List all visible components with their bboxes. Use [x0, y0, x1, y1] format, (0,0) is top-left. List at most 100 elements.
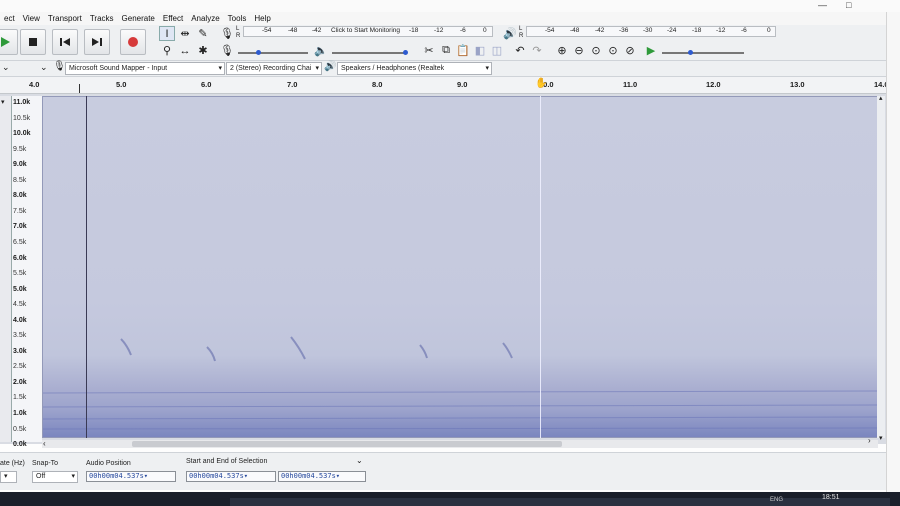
recording-channels-select[interactable]: 2 (Stereo) Recording Chai ▾: [226, 62, 322, 75]
chevron-down-icon[interactable]: ⌄: [356, 456, 363, 465]
silence-icon[interactable]: ◫: [489, 43, 505, 58]
meter-left-label: L: [519, 26, 523, 32]
draw-tool-icon[interactable]: ✎: [195, 26, 211, 41]
vertical-scrollbar[interactable]: [877, 96, 885, 438]
project-rate-select[interactable]: ▾: [0, 471, 17, 483]
edit-cursor-line: [86, 96, 87, 438]
playback-meter-tick: -6: [741, 27, 747, 34]
chevron-down-icon: ▾: [485, 65, 489, 72]
zoom-tool-icon[interactable]: ⚲: [159, 43, 175, 58]
window-right-edge: [886, 12, 900, 492]
start-end-selection-label[interactable]: Start and End of Selection: [186, 458, 267, 465]
playback-meter-tick: -18: [692, 27, 702, 34]
start-monitoring-label[interactable]: Click to Start Monitoring: [331, 27, 400, 34]
envelope-tool-icon[interactable]: ⇹: [177, 26, 193, 41]
snap-to-label: Snap-To: [32, 460, 59, 467]
selection-start-field[interactable]: 00h00m04.537s▾: [186, 471, 276, 482]
menu-transport[interactable]: Transport: [44, 14, 86, 23]
ruler-tick-label: 12.0: [706, 80, 721, 89]
project-rate-label: ate (Hz): [0, 460, 25, 467]
play-at-speed-slider[interactable]: [662, 52, 744, 54]
fit-project-icon[interactable]: ⊙: [605, 43, 621, 58]
record-meter-mic-icon[interactable]: 🎙: [219, 26, 235, 41]
menu-tracks[interactable]: Tracks: [86, 14, 118, 23]
stop-button[interactable]: [20, 29, 46, 55]
track-menu-arrow-icon[interactable]: ▾: [1, 98, 5, 106]
frequency-label: 5.5k: [13, 270, 27, 278]
undo-icon[interactable]: ↶: [512, 43, 528, 58]
playback-device-select[interactable]: Speakers / Headphones (Realtek ▾: [337, 62, 492, 75]
trim-icon[interactable]: ◧: [472, 43, 488, 58]
redo-icon[interactable]: ↷: [529, 43, 545, 58]
spectrogram-view[interactable]: [42, 96, 878, 438]
scroll-right-arrow-icon[interactable]: ›: [868, 436, 871, 445]
skip-to-end-button[interactable]: [84, 29, 110, 55]
playhead-line[interactable]: [540, 96, 541, 438]
record-meter-tick: -54: [262, 27, 272, 34]
scrub-hand-icon[interactable]: ✋: [535, 78, 547, 89]
play-at-speed-knob[interactable]: [688, 50, 693, 55]
scroll-up-arrow-icon[interactable]: ▴: [879, 94, 883, 102]
frequency-label: 5.0k: [13, 285, 27, 293]
menu-view[interactable]: View: [19, 14, 44, 23]
frequency-label: 1.0k: [13, 410, 27, 417]
track-control-panel[interactable]: ▾: [0, 96, 12, 442]
frequency-label: 10.0k: [13, 130, 31, 138]
minimize-button[interactable]: —: [818, 0, 827, 10]
horizontal-scroll-thumb[interactable]: [132, 441, 562, 447]
fit-selection-icon[interactable]: ⊙: [588, 43, 604, 58]
recording-channels-value: 2 (Stereo) Recording Chai: [230, 65, 312, 72]
audio-position-field[interactable]: 00h00m04.537s▾: [86, 471, 176, 482]
selection-end-field[interactable]: 00h00m04.537s▾: [278, 471, 366, 482]
zoom-toggle-icon[interactable]: ⊘: [622, 43, 638, 58]
frequency-label: 8.0k: [13, 192, 27, 200]
input-mic-icon: 🎙: [53, 61, 66, 72]
playback-volume-slider[interactable]: [332, 52, 407, 54]
maximize-button[interactable]: □: [846, 0, 851, 10]
record-button[interactable]: [120, 29, 146, 55]
copy-icon[interactable]: ⧉: [438, 43, 454, 58]
zoom-out-icon[interactable]: ⊖: [571, 43, 587, 58]
frequency-label: 6.0k: [13, 254, 27, 262]
menu-tools[interactable]: Tools: [224, 14, 251, 23]
zoom-in-icon[interactable]: ⊕: [554, 43, 570, 58]
host-dropdown-arrow-icon[interactable]: ⌄: [2, 62, 10, 73]
multi-tool-icon[interactable]: ✱: [195, 43, 211, 58]
ruler-tick-label: 6.0: [201, 80, 212, 89]
frequency-label: 3.5k: [13, 332, 27, 340]
recording-volume-slider[interactable]: [238, 52, 308, 54]
spectrogram-canvas: [43, 336, 877, 430]
host-dropdown-arrow-icon[interactable]: ⌄: [40, 62, 48, 73]
menu-effect[interactable]: Effect: [159, 14, 187, 23]
time-shift-tool-icon[interactable]: ↔: [177, 43, 193, 58]
play-at-speed-icon[interactable]: ▶: [643, 43, 659, 58]
record-meter-tick: -42: [312, 27, 322, 34]
play-button[interactable]: [0, 29, 18, 55]
menu-help[interactable]: Help: [250, 14, 274, 23]
chirp-mark: [290, 336, 306, 360]
recording-volume-knob[interactable]: [256, 50, 261, 55]
snap-to-select[interactable]: Off ▾: [32, 471, 78, 483]
timeline-ruler[interactable]: [0, 77, 900, 94]
taskbar-apps-strip[interactable]: [230, 498, 890, 506]
record-meter-tick: -12: [434, 27, 444, 34]
record-meter-tick: -6: [460, 27, 466, 34]
skip-to-start-button[interactable]: [52, 29, 78, 55]
menu-effect-partial[interactable]: ect: [0, 14, 19, 23]
playback-meter-tick: -36: [619, 27, 629, 34]
ruler-cursor-marker: [79, 84, 83, 93]
selection-tool-icon[interactable]: I: [159, 26, 175, 41]
playback-volume-knob[interactable]: [403, 50, 408, 55]
scroll-left-arrow-icon[interactable]: ‹: [43, 439, 46, 448]
taskbar-language[interactable]: ENG: [770, 497, 783, 503]
menu-analyze[interactable]: Analyze: [187, 14, 223, 23]
menu-generate[interactable]: Generate: [118, 14, 159, 23]
scroll-down-arrow-icon[interactable]: ▾: [879, 434, 883, 442]
recording-device-select[interactable]: Microsoft Sound Mapper - Input ▾: [65, 62, 225, 75]
taskbar-clock[interactable]: 18:51: [822, 494, 840, 501]
paste-icon[interactable]: 📋: [455, 43, 471, 58]
playback-meter-speaker-icon[interactable]: 🔊: [502, 26, 518, 41]
chevron-down-icon: ▾: [143, 472, 149, 480]
output-speaker-icon: 🔊: [324, 61, 337, 72]
cut-icon[interactable]: ✂: [421, 43, 437, 58]
